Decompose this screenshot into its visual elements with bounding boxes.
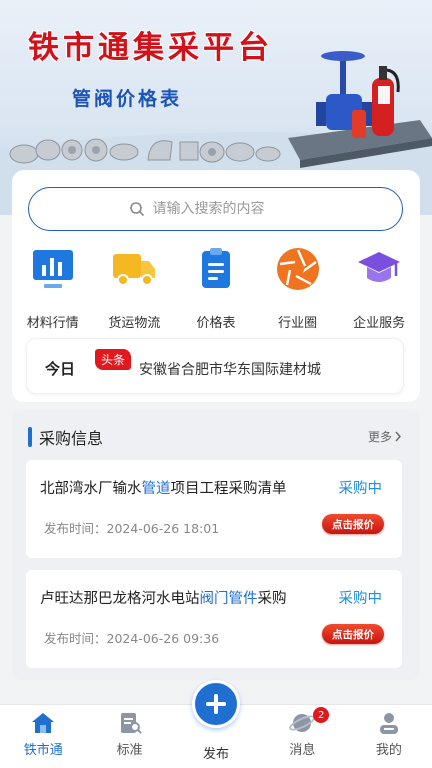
graduation-cap-icon	[356, 246, 402, 292]
quick-link-label: 货运物流	[108, 316, 161, 331]
section-accent-bar	[28, 427, 32, 447]
headline-badge: 头条	[95, 349, 132, 370]
purchase-section: 采购信息 更多 北部湾水厂输水管道项目工程采购清单 采购中 发布时间：2024-…	[12, 410, 420, 680]
message-count-badge: 2	[313, 707, 330, 723]
quick-link-price-list[interactable]: 价格表	[175, 246, 257, 331]
nav-item-messages[interactable]: 2 消息	[259, 705, 345, 768]
purchase-status: 采购中	[338, 591, 383, 607]
quick-link-industry[interactable]: 行业圈	[257, 246, 339, 331]
quote-button[interactable]: 点击报价	[322, 514, 384, 534]
keyword-highlight: 管道	[141, 481, 171, 497]
nav-item-mine[interactable]: 我的	[346, 705, 432, 768]
quick-link-label: 材料行情	[26, 316, 79, 331]
nav-label: 我的	[375, 743, 402, 758]
quick-link-label: 价格表	[196, 316, 236, 331]
search-bar[interactable]	[28, 187, 403, 231]
banner-title: 铁市通集采平台	[28, 30, 273, 66]
banner-subtitle: 管阀价格表	[72, 88, 183, 110]
quick-link-market[interactable]: 材料行情	[12, 246, 94, 331]
headline-news[interactable]: 今日 头条 安徽省合肥市华东国际建材城	[26, 338, 404, 394]
search-input[interactable]	[152, 201, 303, 217]
section-header: 采购信息 更多	[12, 410, 420, 460]
nav-item-home[interactable]: 铁市通	[0, 705, 86, 768]
publish-button[interactable]	[192, 680, 240, 728]
publish-time: 发布时间：2024-06-26 09:36	[44, 631, 220, 646]
quote-button[interactable]: 点击报价	[322, 624, 384, 644]
nav-label: 铁市通	[23, 743, 63, 758]
chevron-right-icon	[395, 431, 401, 442]
quick-link-label: 企业服务	[353, 316, 406, 331]
headline-text[interactable]: 安徽省合肥市华东国际建材城	[139, 359, 321, 379]
section-title: 采购信息	[39, 429, 104, 448]
truck-icon	[111, 246, 157, 292]
quick-links: 材料行情 货运物流 价格表 行业圈 企业服务	[12, 246, 420, 331]
publish-time: 发布时间：2024-06-26 18:01	[44, 521, 220, 536]
planet-icon	[289, 714, 316, 732]
user-icon	[379, 713, 398, 734]
quick-link-label: 行业圈	[278, 316, 318, 331]
news-today-label: 今日	[45, 360, 76, 378]
nav-label: 消息	[289, 743, 316, 758]
aperture-icon	[275, 246, 321, 292]
home-icon	[32, 713, 55, 733]
plus-icon	[206, 694, 226, 714]
quick-link-enterprise[interactable]: 企业服务	[338, 246, 420, 331]
keyword-highlight: 阀门管件	[199, 591, 258, 607]
main-card: 材料行情 货运物流	[12, 170, 420, 402]
nav-item-standard[interactable]: 标准	[86, 705, 172, 768]
more-link[interactable]: 更多	[368, 428, 402, 445]
purchase-item-title: 卢旺达那巴龙格河水电站阀门管件采购	[40, 591, 287, 607]
nav-label: 发布	[203, 747, 230, 762]
nav-label: 标准	[116, 743, 143, 758]
search-icon	[129, 202, 144, 216]
quick-link-logistics[interactable]: 货运物流	[94, 246, 176, 331]
purchase-status: 采购中	[338, 481, 383, 497]
clipboard-icon	[193, 246, 239, 292]
purchase-item[interactable]: 北部湾水厂输水管道项目工程采购清单 采购中 发布时间：2024-06-26 18…	[26, 460, 402, 558]
bar-chart-icon	[30, 246, 76, 292]
purchase-item-title: 北部湾水厂输水管道项目工程采购清单	[40, 481, 287, 497]
document-search-icon	[120, 713, 142, 734]
purchase-item[interactable]: 卢旺达那巴龙格河水电站阀门管件采购 采购中 发布时间：2024-06-26 09…	[26, 570, 402, 668]
more-label: 更多	[367, 430, 392, 444]
